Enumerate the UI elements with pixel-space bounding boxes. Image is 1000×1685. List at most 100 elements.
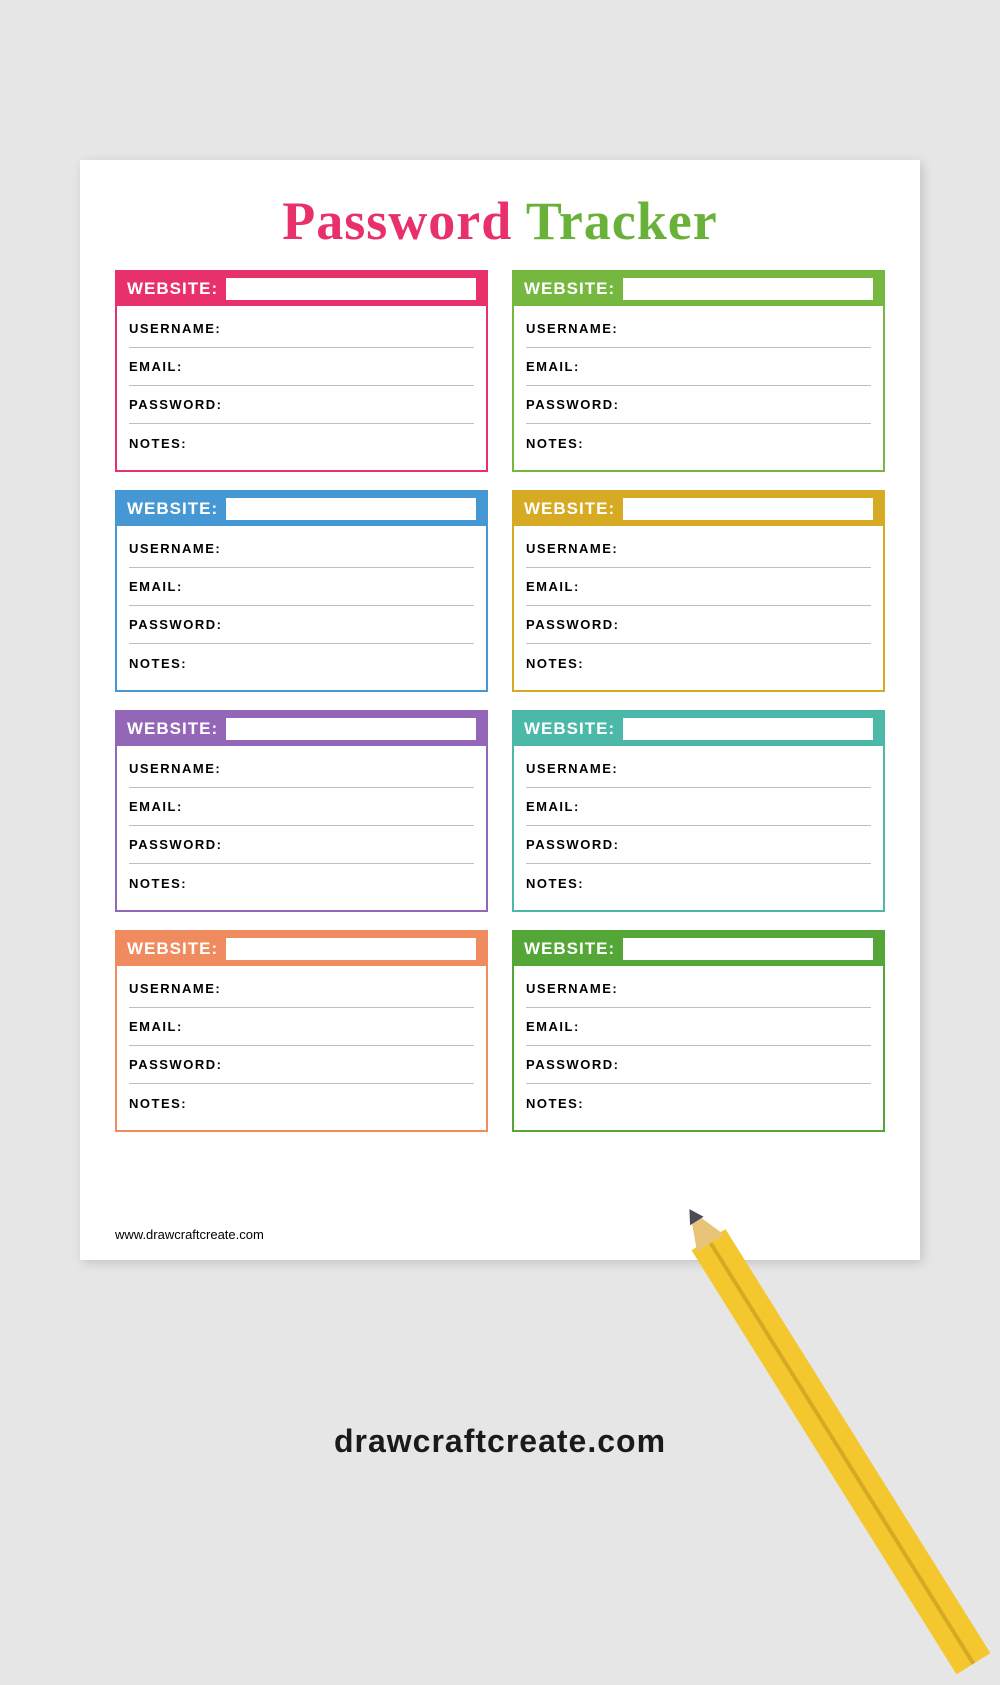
footer-url: www.drawcraftcreate.com [115,1227,264,1242]
notes-label: NOTES: [526,876,584,891]
website-input[interactable] [226,938,476,960]
username-label: USERNAME: [129,981,221,996]
email-field[interactable]: EMAIL: [526,348,871,386]
password-field[interactable]: PASSWORD: [129,606,474,644]
notes-label: NOTES: [129,656,187,671]
password-card: WEBSITE: USERNAME: EMAIL: PASSWORD: NOTES: [115,490,488,692]
website-label: WEBSITE: [524,939,615,959]
password-label: PASSWORD: [526,1057,619,1072]
website-input[interactable] [623,498,873,520]
email-label: EMAIL: [526,799,580,814]
notes-label: NOTES: [526,436,584,451]
username-field[interactable]: USERNAME: [129,750,474,788]
notes-field[interactable]: NOTES: [526,644,871,682]
card-body: USERNAME: EMAIL: PASSWORD: NOTES: [117,966,486,1130]
password-field[interactable]: PASSWORD: [129,386,474,424]
notes-label: NOTES: [129,876,187,891]
card-body: USERNAME: EMAIL: PASSWORD: NOTES: [514,966,883,1130]
card-body: USERNAME: EMAIL: PASSWORD: NOTES: [514,526,883,690]
username-label: USERNAME: [526,981,618,996]
website-label: WEBSITE: [127,279,218,299]
worksheet-page: Password Tracker WEBSITE: USERNAME: EMAIL:… [80,160,920,1260]
website-input[interactable] [226,278,476,300]
password-card: WEBSITE: USERNAME: EMAIL: PASSWORD: NOTES: [115,930,488,1132]
card-header: WEBSITE: [514,932,883,966]
username-field[interactable]: USERNAME: [129,970,474,1008]
notes-field[interactable]: NOTES: [129,864,474,902]
password-field[interactable]: PASSWORD: [129,826,474,864]
card-header: WEBSITE: [117,932,486,966]
password-card: WEBSITE: USERNAME: EMAIL: PASSWORD: NOTES: [512,490,885,692]
username-label: USERNAME: [129,321,221,336]
username-field[interactable]: USERNAME: [526,970,871,1008]
notes-label: NOTES: [129,436,187,451]
card-body: USERNAME: EMAIL: PASSWORD: NOTES: [514,306,883,470]
notes-label: NOTES: [129,1096,187,1111]
password-field[interactable]: PASSWORD: [526,606,871,644]
website-label: WEBSITE: [127,499,218,519]
email-field[interactable]: EMAIL: [526,1008,871,1046]
notes-field[interactable]: NOTES: [526,1084,871,1122]
password-field[interactable]: PASSWORD: [526,1046,871,1084]
username-field[interactable]: USERNAME: [129,310,474,348]
notes-field[interactable]: NOTES: [526,424,871,462]
password-card: WEBSITE: USERNAME: EMAIL: PASSWORD: NOTES: [512,710,885,912]
email-field[interactable]: EMAIL: [129,1008,474,1046]
password-label: PASSWORD: [129,617,222,632]
email-field[interactable]: EMAIL: [526,788,871,826]
email-label: EMAIL: [526,359,580,374]
username-label: USERNAME: [129,541,221,556]
email-label: EMAIL: [526,579,580,594]
notes-field[interactable]: NOTES: [129,424,474,462]
website-input[interactable] [226,718,476,740]
card-header: WEBSITE: [514,272,883,306]
username-field[interactable]: USERNAME: [526,530,871,568]
website-label: WEBSITE: [127,939,218,959]
notes-field[interactable]: NOTES: [129,644,474,682]
card-header: WEBSITE: [514,712,883,746]
password-field[interactable]: PASSWORD: [526,826,871,864]
website-label: WEBSITE: [524,719,615,739]
email-field[interactable]: EMAIL: [526,568,871,606]
title-word-2: Tracker [526,191,718,251]
password-card: WEBSITE: USERNAME: EMAIL: PASSWORD: NOTES: [115,270,488,472]
username-field[interactable]: USERNAME: [526,310,871,348]
website-input[interactable] [623,938,873,960]
title-word-1: Password [282,191,512,251]
email-label: EMAIL: [129,359,183,374]
password-card: WEBSITE: USERNAME: EMAIL: PASSWORD: NOTES: [512,930,885,1132]
email-label: EMAIL: [129,579,183,594]
card-body: USERNAME: EMAIL: PASSWORD: NOTES: [117,306,486,470]
card-header: WEBSITE: [117,492,486,526]
username-label: USERNAME: [526,321,618,336]
username-label: USERNAME: [526,761,618,776]
card-body: USERNAME: EMAIL: PASSWORD: NOTES: [514,746,883,910]
password-label: PASSWORD: [526,617,619,632]
website-label: WEBSITE: [524,499,615,519]
notes-label: NOTES: [526,656,584,671]
website-input[interactable] [226,498,476,520]
password-field[interactable]: PASSWORD: [129,1046,474,1084]
password-label: PASSWORD: [129,397,222,412]
notes-field[interactable]: NOTES: [129,1084,474,1122]
username-field[interactable]: USERNAME: [526,750,871,788]
email-field[interactable]: EMAIL: [129,348,474,386]
password-label: PASSWORD: [526,837,619,852]
password-label: PASSWORD: [129,1057,222,1072]
card-body: USERNAME: EMAIL: PASSWORD: NOTES: [117,526,486,690]
website-label: WEBSITE: [524,279,615,299]
password-label: PASSWORD: [526,397,619,412]
notes-field[interactable]: NOTES: [526,864,871,902]
email-label: EMAIL: [129,799,183,814]
website-input[interactable] [623,718,873,740]
email-field[interactable]: EMAIL: [129,788,474,826]
password-card: WEBSITE: USERNAME: EMAIL: PASSWORD: NOTES: [512,270,885,472]
username-field[interactable]: USERNAME: [129,530,474,568]
email-field[interactable]: EMAIL: [129,568,474,606]
username-label: USERNAME: [526,541,618,556]
website-input[interactable] [623,278,873,300]
notes-label: NOTES: [526,1096,584,1111]
card-header: WEBSITE: [514,492,883,526]
password-label: PASSWORD: [129,837,222,852]
password-field[interactable]: PASSWORD: [526,386,871,424]
